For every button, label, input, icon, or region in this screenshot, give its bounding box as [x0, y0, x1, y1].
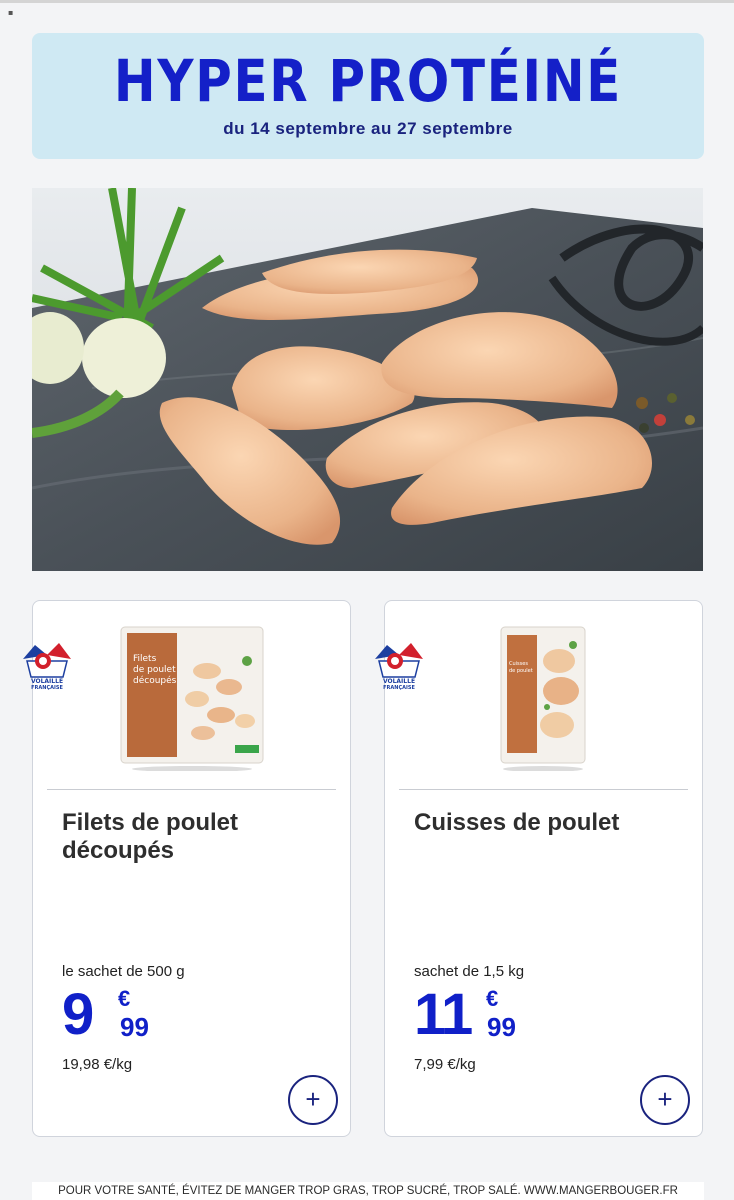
volaille-francaise-badge-icon: VOLAILLE FRANÇAISE — [23, 643, 71, 691]
promo-banner: HYPER PROTÉINÉ du 14 septembre au 27 sep… — [32, 33, 704, 159]
status-indicator-icon: ▪ — [8, 8, 14, 17]
svg-text:VOLAILLE: VOLAILLE — [383, 678, 415, 685]
svg-text:Filets: Filets — [133, 654, 157, 664]
banner-dates: du 14 septembre au 27 septembre — [223, 119, 513, 138]
product-package-image: Filets de poulet découpés — [120, 626, 264, 771]
volaille-francaise-badge-icon: VOLAILLE FRANÇAISE — [375, 643, 423, 691]
plus-icon: + — [305, 1084, 321, 1114]
svg-text:de poulet: de poulet — [133, 665, 176, 675]
price-decimals: 99 — [120, 1012, 149, 1042]
card-divider — [47, 789, 336, 790]
product-unit: sachet de 1,5 kg — [414, 963, 525, 980]
price-currency: € — [118, 986, 131, 1011]
health-disclaimer: POUR VOTRE SANTÉ, ÉVITEZ DE MANGER TROP … — [32, 1182, 704, 1200]
svg-text:de poulet: de poulet — [509, 668, 533, 674]
price-per-kg: 7,99 €/kg — [414, 1056, 476, 1073]
svg-text:Cuisses: Cuisses — [509, 661, 528, 667]
product-unit: le sachet de 500 g — [62, 963, 185, 980]
product-card-filets[interactable]: VOLAILLE FRANÇAISE Filets de poulet déco… — [23, 600, 351, 1137]
svg-text:FRANÇAISE: FRANÇAISE — [31, 685, 63, 691]
svg-text:VOLAILLE: VOLAILLE — [31, 678, 63, 685]
card-divider — [399, 789, 688, 790]
add-to-cart-button[interactable]: + — [640, 1075, 690, 1125]
plus-icon: + — [657, 1084, 673, 1114]
product-package-image: Cuisses de poulet — [500, 626, 586, 771]
price-per-kg: 19,98 €/kg — [62, 1056, 133, 1073]
banner-title: HYPER PROTÉINÉ — [113, 47, 623, 115]
product-card-cuisses[interactable]: VOLAILLE FRANÇAISE Cuisses de poulet Cui… — [375, 600, 703, 1137]
product-name: Cuisses de poulet — [414, 809, 620, 836]
svg-text:FRANÇAISE: FRANÇAISE — [383, 685, 415, 691]
top-border — [0, 0, 734, 3]
price-currency: € — [486, 986, 499, 1011]
price-decimals: 99 — [487, 1012, 516, 1042]
product-name: Filets de poulet découpés — [62, 809, 239, 864]
add-to-cart-button[interactable]: + — [288, 1075, 338, 1125]
price-integer: 9 — [62, 982, 94, 1047]
hero-image — [32, 188, 703, 571]
price-integer: 11 — [414, 982, 473, 1047]
chicken-fillets-photo — [32, 188, 703, 571]
svg-text:découpés: découpés — [133, 675, 177, 686]
